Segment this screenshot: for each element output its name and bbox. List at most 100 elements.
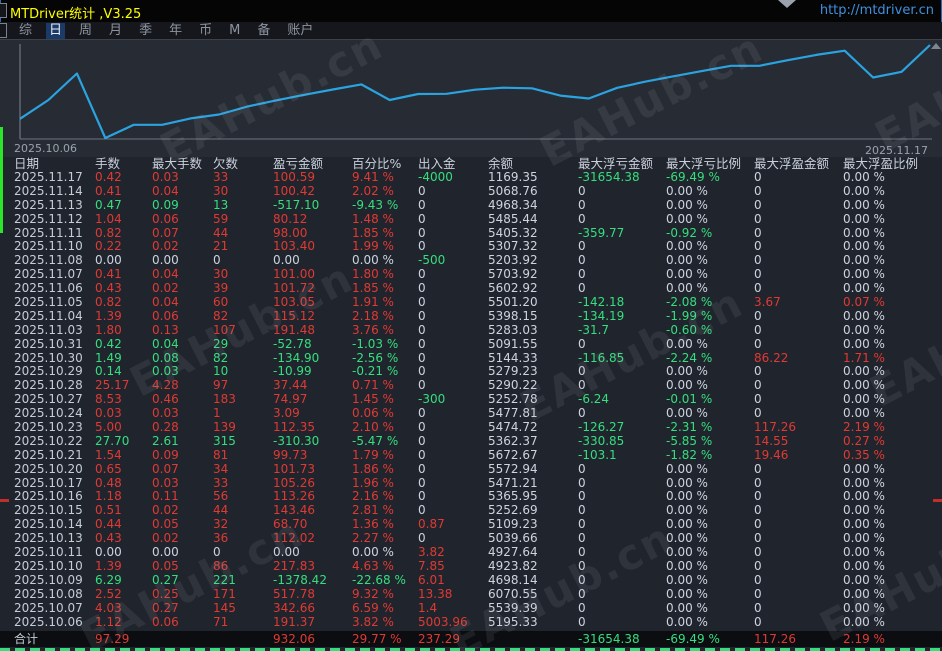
value-cell: 5405.32: [488, 227, 578, 241]
menu-item-9[interactable]: 备: [254, 23, 273, 39]
menu-item-4[interactable]: 月: [106, 23, 125, 39]
table-row[interactable]: 2025.10.2227.702.61315-310.30-5.47 %0536…: [0, 435, 942, 449]
value-cell: -52.78: [273, 338, 352, 352]
date-cell: 2025.11.11: [14, 227, 95, 241]
date-cell: 2025.10.28: [14, 379, 95, 393]
value-cell: 0.00 %: [666, 240, 754, 254]
table-row[interactable]: 2025.11.060.430.0239101.721.85 %05602.92…: [0, 282, 942, 296]
vendor-url-link[interactable]: http://mtdriver.cn: [820, 3, 934, 18]
value-cell: 5572.94: [488, 463, 578, 477]
value-cell: 5252.69: [488, 504, 578, 518]
value-cell: 5290.22: [488, 379, 578, 393]
column-header: 最大浮亏比例: [666, 157, 754, 171]
value-cell: 0.00 %: [666, 379, 754, 393]
chart-scroll-arrow-icon[interactable]: [931, 43, 941, 49]
table-row[interactable]: 2025.11.110.820.074498.001.85 %05405.32-…: [0, 227, 942, 241]
value-cell: 0: [754, 282, 843, 296]
table-row[interactable]: 2025.11.170.420.0333100.599.41 %-4000116…: [0, 171, 942, 185]
table-row[interactable]: 2025.10.150.510.0244143.462.81 %05252.69…: [0, 504, 942, 518]
title-bar: MTDriver统计 ,V3.25 http://mtdriver.cn: [0, 0, 942, 22]
splitter-handle-icon[interactable]: [778, 0, 796, 8]
table-row[interactable]: 2025.10.240.030.0313.090.06 %05477.8100.…: [0, 407, 942, 421]
menu-item-5[interactable]: 季: [136, 23, 155, 39]
menu-item-3[interactable]: 周: [76, 23, 95, 39]
menu-item-7[interactable]: 币: [196, 23, 215, 39]
value-cell: 0.00 %: [666, 504, 754, 518]
value-cell: 3.09: [273, 407, 352, 421]
table-row[interactable]: 2025.10.096.290.27221-1378.42-22.68 %6.0…: [0, 574, 942, 588]
table-row[interactable]: 2025.10.235.000.28139112.352.10 %05474.7…: [0, 421, 942, 435]
equity-chart-panel[interactable]: 2025.10.06 2025.11.17: [0, 40, 942, 158]
table-row[interactable]: 2025.10.140.440.053268.701.36 %0.875109.…: [0, 518, 942, 532]
menu-item-2[interactable]: 日: [46, 23, 65, 39]
period-menu-bar: 综日周月季年币M备账户: [0, 22, 942, 40]
value-cell: 0: [578, 518, 666, 532]
table-row[interactable]: 2025.10.170.480.0333105.261.96 %05471.21…: [0, 477, 942, 491]
value-cell: 30: [213, 185, 273, 199]
table-row[interactable]: 2025.11.100.220.0221103.401.99 %05307.32…: [0, 240, 942, 254]
table-row[interactable]: 2025.10.278.530.4618374.971.45 %-3005252…: [0, 393, 942, 407]
table-row[interactable]: 2025.10.130.430.0236112.022.27 %05039.66…: [0, 532, 942, 546]
menu-item-1[interactable]: 综: [16, 23, 35, 39]
table-row[interactable]: 2025.10.061.120.0671191.373.82 %5003.965…: [0, 616, 942, 630]
value-cell: 0.00 %: [666, 588, 754, 602]
table-row[interactable]: 2025.10.200.650.0734101.731.86 %05572.94…: [0, 463, 942, 477]
table-row[interactable]: 2025.10.301.490.0882-134.90-2.56 %05144.…: [0, 352, 942, 366]
value-cell: -6.24: [578, 393, 666, 407]
table-row[interactable]: 2025.10.110.000.0000.000.00 %3.824927.64…: [0, 546, 942, 560]
table-row[interactable]: 2025.11.080.000.0000.000.00 %-5005203.92…: [0, 254, 942, 268]
value-cell: 191.48: [273, 324, 352, 338]
column-header: 最大手数: [152, 157, 213, 171]
value-cell: -5.47 %: [352, 435, 418, 449]
value-cell: 39: [213, 282, 273, 296]
value-cell: 5.00: [95, 421, 152, 435]
table-row[interactable]: 2025.11.031.800.13107191.483.76 %05283.0…: [0, 324, 942, 338]
value-cell: 0.00 %: [843, 227, 933, 241]
menu-item-8[interactable]: M: [226, 23, 243, 39]
value-cell: 3.82: [418, 546, 488, 560]
value-cell: 1.36 %: [352, 518, 418, 532]
table-row[interactable]: 2025.11.121.040.065980.121.48 %05485.440…: [0, 213, 942, 227]
value-cell: 0.05: [152, 560, 213, 574]
value-cell: 0: [578, 602, 666, 616]
date-cell: 2025.11.12: [14, 213, 95, 227]
table-row[interactable]: 2025.11.050.820.0460103.051.91 %05501.20…: [0, 296, 942, 310]
table-row[interactable]: 2025.11.070.410.0430101.001.80 %05703.92…: [0, 268, 942, 282]
table-row[interactable]: 2025.10.161.180.1156113.262.16 %05365.95…: [0, 490, 942, 504]
value-cell: -134.90: [273, 352, 352, 366]
value-cell: 0.00 %: [843, 588, 933, 602]
value-cell: 14.55: [754, 435, 843, 449]
value-cell: 0.07: [152, 463, 213, 477]
table-row[interactable]: 2025.11.041.390.0682115.122.18 %05398.15…: [0, 310, 942, 324]
value-cell: 517.78: [273, 588, 352, 602]
date-cell: 2025.10.23: [14, 421, 95, 435]
value-cell: 0.00 %: [666, 560, 754, 574]
table-row[interactable]: 2025.10.290.140.0310-10.99-0.21 %05279.2…: [0, 365, 942, 379]
total-value-cell: [152, 631, 213, 647]
menu-item-10[interactable]: 账户: [284, 23, 316, 39]
table-row[interactable]: 2025.11.140.410.0430100.422.02 %05068.76…: [0, 185, 942, 199]
value-cell: 81: [213, 449, 273, 463]
value-cell: 0.48: [95, 477, 152, 491]
table-row[interactable]: 2025.10.082.520.25171517.789.32 %13.3860…: [0, 588, 942, 602]
value-cell: 0: [754, 268, 843, 282]
value-cell: 9.41 %: [352, 171, 418, 185]
table-row[interactable]: 2025.10.2825.174.289737.440.71 %05290.22…: [0, 379, 942, 393]
table-row[interactable]: 2025.10.211.540.098199.731.79 %05672.67-…: [0, 449, 942, 463]
value-cell: 82: [213, 352, 273, 366]
value-cell: 5474.72: [488, 421, 578, 435]
table-row[interactable]: 2025.11.130.470.0913-517.10-9.43 %04968.…: [0, 199, 942, 213]
date-cell: 2025.11.10: [14, 240, 95, 254]
value-cell: 13: [213, 199, 273, 213]
value-cell: 3.67: [754, 296, 843, 310]
value-cell: 1.39: [95, 310, 152, 324]
date-cell: 2025.11.06: [14, 282, 95, 296]
menu-item-6[interactable]: 年: [166, 23, 185, 39]
date-cell: 2025.11.17: [14, 171, 95, 185]
table-row[interactable]: 2025.10.310.420.0429-52.78-1.03 %05091.5…: [0, 338, 942, 352]
table-row[interactable]: 2025.10.101.390.0586217.834.63 %7.854923…: [0, 560, 942, 574]
total-value-cell: -69.49 %: [666, 631, 754, 647]
value-cell: 97: [213, 379, 273, 393]
value-cell: 1169.35: [488, 171, 578, 185]
table-row[interactable]: 2025.10.074.030.27145342.666.59 %1.45539…: [0, 602, 942, 616]
